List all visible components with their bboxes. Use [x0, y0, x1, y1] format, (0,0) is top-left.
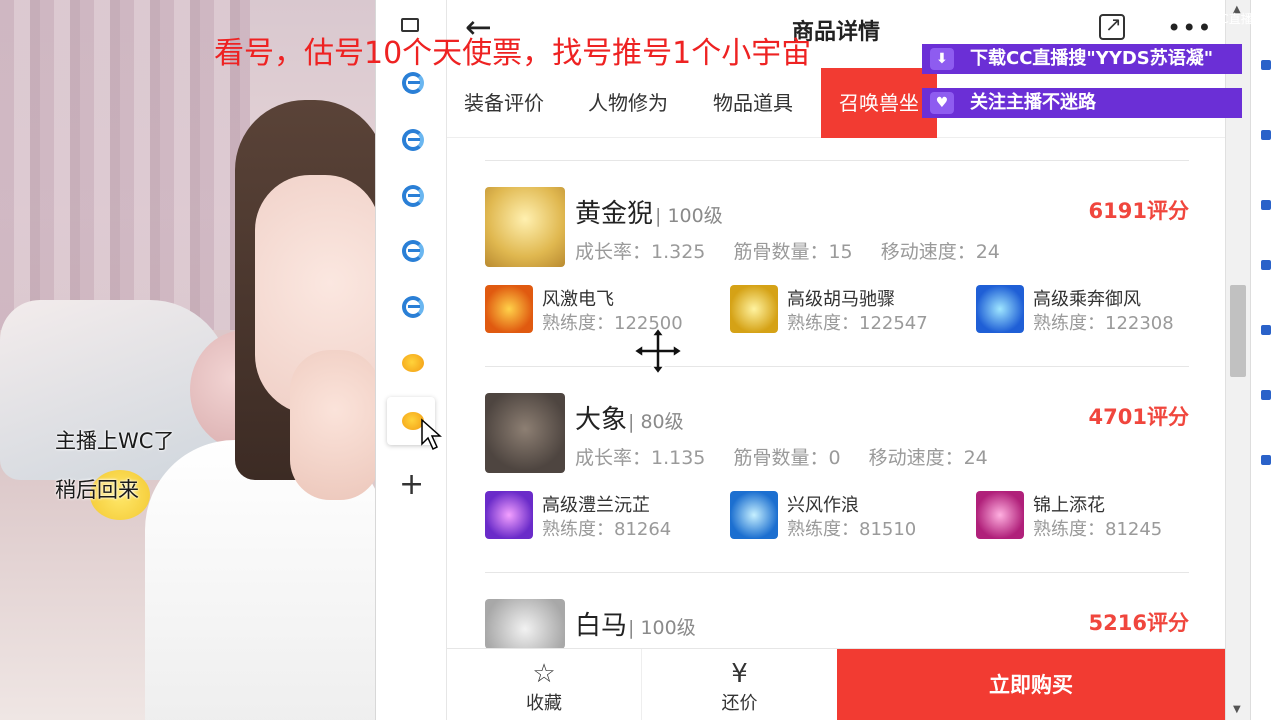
skill-icon: [730, 285, 778, 333]
browser-tab-icon[interactable]: [400, 294, 426, 320]
mouse-pointer-icon: [421, 418, 442, 451]
side-marker-icon: [1261, 390, 1271, 400]
skill-proficiency: 熟练度：81264: [542, 519, 672, 540]
pet-growth: 成长率：1.135: [575, 447, 706, 469]
skill-icon: [976, 285, 1024, 333]
side-marker-icon: [1261, 325, 1271, 335]
streamer-hand: [290, 350, 375, 500]
skill-item: 高级澧兰沅芷 熟练度：81264: [485, 491, 725, 541]
side-marker-icon: [1261, 130, 1271, 140]
bottom-action-bar: ☆ 收藏 ¥ 还价 立即购买: [447, 648, 1225, 720]
download-banner-highlight: "YYDS苏语凝": [1086, 48, 1214, 69]
pet-level: | 80级: [628, 411, 684, 433]
skill-item: 锦上添花 熟练度：81245: [976, 491, 1216, 541]
watermark: CC直播: [1212, 12, 1253, 26]
side-marker-icon: [1261, 200, 1271, 210]
pet-stats: 成长率：1.135 筋骨数量：0 移动速度：24: [575, 443, 1010, 470]
more-icon[interactable]: •••: [1167, 14, 1212, 42]
pet-speed: 移动速度：24: [868, 447, 988, 469]
skill-name: 兴风作浪: [787, 495, 859, 516]
pet-card[interactable]: 黄金猊 | 100级 6191评分 成长率：1.325 筋骨数量：15 移动速度…: [485, 160, 1189, 365]
pet-avatar: [485, 393, 565, 473]
tab-character[interactable]: 人物修为: [588, 68, 668, 138]
pet-level: | 100级: [655, 205, 723, 227]
away-caption-line1: 主播上WC了: [55, 429, 175, 453]
skill-name: 高级胡马驰骤: [787, 289, 895, 310]
skill-proficiency: 熟练度：81510: [787, 519, 917, 540]
skill-item: 兴风作浪 熟练度：81510: [730, 491, 970, 541]
skill-name: 高级澧兰沅芷: [542, 495, 650, 516]
pet-name: 白马: [575, 611, 628, 641]
skill-proficiency: 熟练度：122308: [1033, 313, 1174, 334]
skill-name: 风激电飞: [542, 289, 614, 310]
browser-tab-icon[interactable]: [400, 127, 426, 153]
pet-speed: 移动速度：24: [880, 241, 1000, 263]
follow-banner: ♥ 关注主播不迷路: [922, 88, 1242, 118]
browser-tab-icon[interactable]: [400, 70, 426, 96]
side-marker-icon: [1261, 60, 1271, 70]
add-tab-icon[interactable]: +: [399, 470, 424, 500]
follow-banner-text: 关注主播不迷路: [970, 92, 1096, 113]
side-marker-icon: [1261, 455, 1271, 465]
webcam-feed: 主播上WC了 稍后回来: [0, 0, 375, 720]
curtain-background: [0, 0, 250, 330]
download-icon: ⬇: [930, 48, 954, 70]
yen-icon: ¥: [731, 659, 748, 689]
pet-card[interactable]: 白马 | 100级 5216评分: [485, 572, 1189, 652]
pet-name: 黄金猊: [575, 199, 654, 229]
away-caption-line2: 稍后回来: [55, 478, 139, 502]
pet-growth: 成长率：1.325: [575, 241, 706, 263]
heart-icon: ♥: [930, 92, 954, 114]
browser-tab-icon[interactable]: [400, 183, 426, 209]
favorite-button[interactable]: ☆ 收藏: [447, 649, 642, 720]
bargain-label: 还价: [721, 693, 758, 714]
pet-bones: 筋骨数量：0: [733, 447, 841, 469]
side-marker-icon: [1261, 260, 1271, 270]
pet-level: | 100级: [628, 617, 696, 639]
pet-score: 4701评分: [1088, 405, 1189, 429]
right-side-strip: [1250, 0, 1280, 720]
star-icon: ☆: [532, 659, 556, 689]
pet-card[interactable]: 大象 | 80级 4701评分 成长率：1.135 筋骨数量：0 移动速度：24…: [485, 366, 1189, 572]
skill-icon: [730, 491, 778, 539]
tab-icon-strip: +: [375, 0, 447, 720]
buy-now-button[interactable]: 立即购买: [837, 649, 1225, 720]
skill-item: 风激电飞 熟练度：122500: [485, 285, 725, 335]
tab-items[interactable]: 物品道具: [713, 68, 793, 138]
download-banner: ⬇ 下载CC直播搜"YYDS苏语凝": [922, 44, 1242, 74]
skill-icon: [485, 285, 533, 333]
skill-icon: [976, 491, 1024, 539]
pet-bones: 筋骨数量：15: [733, 241, 853, 263]
pet-name: 大象: [575, 405, 628, 435]
pet-avatar: [485, 187, 565, 267]
skill-item: 高级乘奔御风 熟练度：122308: [976, 285, 1216, 335]
stream-overlay-text: 看号，估号10个天使票，找号推号1个小宇宙: [214, 36, 812, 71]
skill-proficiency: 熟练度：122547: [787, 313, 928, 334]
favorite-label: 收藏: [526, 693, 562, 714]
bargain-button[interactable]: ¥ 还价: [642, 649, 837, 720]
tab-summons[interactable]: 召唤兽坐: [821, 68, 937, 138]
skill-proficiency: 熟练度：81245: [1033, 519, 1163, 540]
browser-tab-icon[interactable]: [400, 238, 426, 264]
skill-icon: [485, 491, 533, 539]
move-cursor-icon: [632, 326, 684, 376]
share-icon[interactable]: [1099, 12, 1125, 40]
scrollbar-thumb[interactable]: [1230, 285, 1246, 377]
pet-avatar: [485, 599, 565, 649]
skill-name: 高级乘奔御风: [1033, 289, 1141, 310]
tab-equipment[interactable]: 装备评价: [464, 68, 544, 138]
download-banner-prefix: 下载CC直播搜: [970, 48, 1087, 69]
pet-score: 5216评分: [1088, 611, 1189, 635]
pet-stats: 成长率：1.325 筋骨数量：15 移动速度：24: [575, 237, 1022, 264]
scroll-down-icon[interactable]: ▼: [1233, 704, 1241, 715]
skill-item: 高级胡马驰骤 熟练度：122547: [730, 285, 970, 335]
skill-name: 锦上添花: [1033, 495, 1105, 516]
game-tab-icon[interactable]: [400, 350, 426, 376]
pet-score: 6191评分: [1088, 199, 1189, 223]
